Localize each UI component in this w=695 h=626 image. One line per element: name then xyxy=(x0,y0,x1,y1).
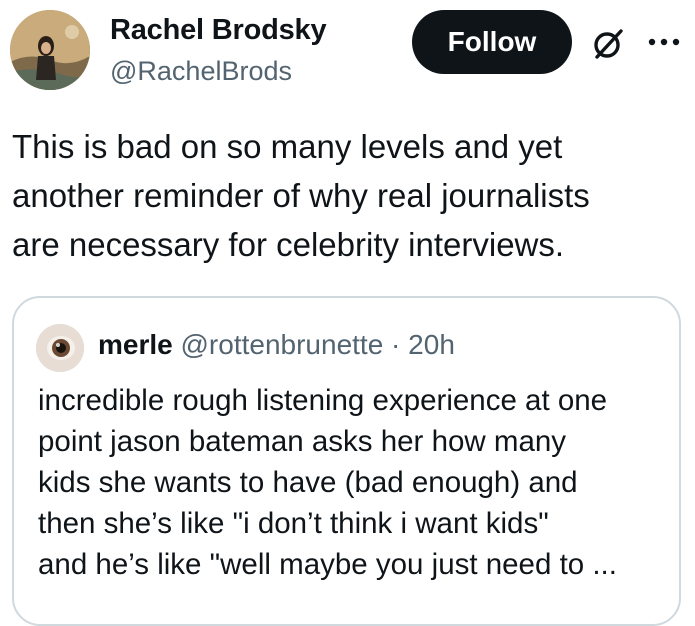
more-options-icon[interactable] xyxy=(644,30,684,54)
quoted-tweet-time[interactable]: 20h xyxy=(408,329,455,360)
follow-button[interactable]: Follow xyxy=(412,10,572,74)
quoted-tweet[interactable]: merle @rottenbrunette · 20h incredible r… xyxy=(12,296,681,626)
eye-avatar-photo xyxy=(36,324,84,372)
quoted-author-name[interactable]: merle xyxy=(98,329,173,360)
quoted-author-avatar[interactable] xyxy=(36,324,84,372)
author-handle[interactable]: @RachelBrods xyxy=(110,56,292,87)
meta-separator: · xyxy=(383,329,409,360)
quoted-author-handle[interactable]: @rottenbrunette xyxy=(181,329,384,360)
quoted-tweet-text: incredible rough listening experience at… xyxy=(38,384,617,581)
avatar-photo xyxy=(10,10,90,90)
tweet-text: This is bad on so many levels and yet an… xyxy=(12,128,590,263)
grok-icon[interactable] xyxy=(588,24,628,64)
tweet-header: Rachel Brodsky @RachelBrods Follow xyxy=(0,0,695,100)
author-avatar[interactable] xyxy=(10,10,90,90)
quoted-tweet-meta: merle @rottenbrunette · 20h xyxy=(98,329,455,361)
author-name[interactable]: Rachel Brodsky xyxy=(110,14,327,47)
